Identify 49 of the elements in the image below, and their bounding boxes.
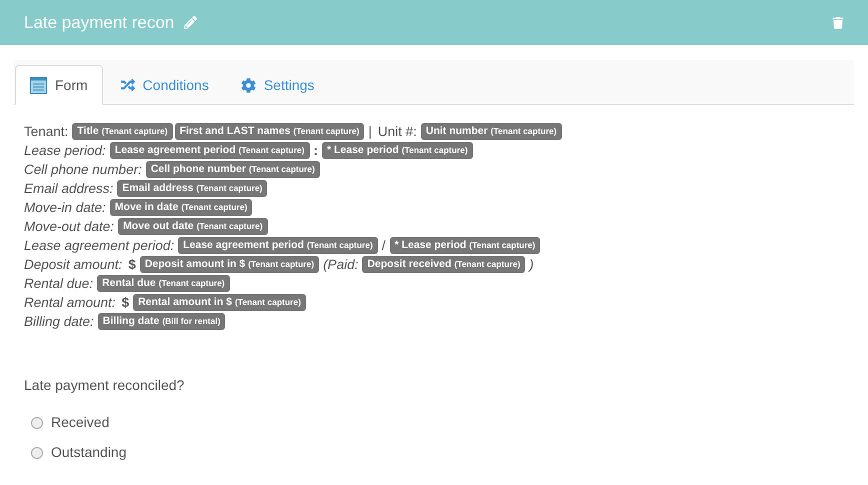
field-tag[interactable]: Title (Tenant capture)	[72, 123, 173, 140]
field-label: Cell phone number:	[23, 161, 143, 179]
field-label: Billing date:	[23, 313, 95, 331]
field-label: Unit #:	[376, 123, 418, 141]
field-tag[interactable]: Move in date (Tenant capture)	[110, 199, 252, 216]
field-tag[interactable]: Lease agreement period (Tenant capture)	[178, 237, 378, 254]
field-label: Rental due:	[23, 275, 94, 293]
delete-icon[interactable]	[832, 16, 844, 28]
field-tag[interactable]: Move out date (Tenant capture)	[118, 218, 268, 235]
edit-icon[interactable]	[184, 16, 198, 29]
field-label: Lease period:	[23, 142, 107, 160]
field-label: Tenant:	[23, 123, 70, 141]
field-label: Lease agreement period:	[23, 237, 176, 255]
field-label: Move-in date:	[23, 199, 107, 217]
shuffle-icon	[120, 78, 135, 92]
field-tag[interactable]: Rental amount in $ (Tenant capture)	[133, 294, 306, 311]
radio-label[interactable]: Received	[51, 412, 110, 433]
field-tag[interactable]: Email address (Tenant capture)	[117, 180, 268, 197]
field-tag[interactable]: Deposit amount in $ (Tenant capture)	[140, 256, 320, 273]
question-label: Late payment reconciled?	[24, 376, 186, 395]
field-tag[interactable]: Unit number (Tenant capture)	[420, 123, 562, 140]
field-label: /	[380, 237, 387, 255]
tab[interactable]: Settings	[226, 65, 328, 105]
field-label: $	[127, 256, 137, 274]
radio-button[interactable]	[31, 446, 43, 458]
field-label: |	[367, 123, 373, 141]
field-tag[interactable]: * Lease period (Tenant capture)	[322, 142, 473, 159]
tab[interactable]: Conditions	[106, 65, 223, 105]
field-label: )	[527, 256, 535, 274]
radio-label[interactable]: Outstanding	[51, 442, 126, 463]
field-label: :	[312, 142, 319, 160]
field-tag[interactable]: Billing date (Bill for rental)	[98, 313, 226, 330]
field-tag[interactable]: * Lease period (Tenant capture)	[390, 237, 540, 254]
field-label: (Paid:	[322, 256, 360, 274]
field-label: Deposit amount:	[23, 256, 124, 274]
tab[interactable]: Form	[15, 65, 103, 105]
field-tag[interactable]: Rental due (Tenant capture)	[97, 275, 230, 292]
radio-button[interactable]	[31, 416, 43, 428]
field-label: $	[120, 294, 130, 312]
field-label: Move-out date:	[23, 218, 116, 236]
field-label: Email address:	[23, 180, 114, 198]
field-tag[interactable]: Deposit received (Tenant capture)	[362, 256, 526, 273]
field-tag[interactable]: Cell phone number (Tenant capture)	[146, 161, 320, 178]
form-icon	[30, 76, 47, 94]
page-title: Late payment recon	[24, 12, 174, 34]
field-tag[interactable]: First and LAST names (Tenant capture)	[174, 123, 364, 140]
field-label: Rental amount:	[23, 294, 117, 312]
field-tag[interactable]: Lease agreement period (Tenant capture)	[110, 142, 310, 159]
gear-icon	[240, 78, 256, 92]
